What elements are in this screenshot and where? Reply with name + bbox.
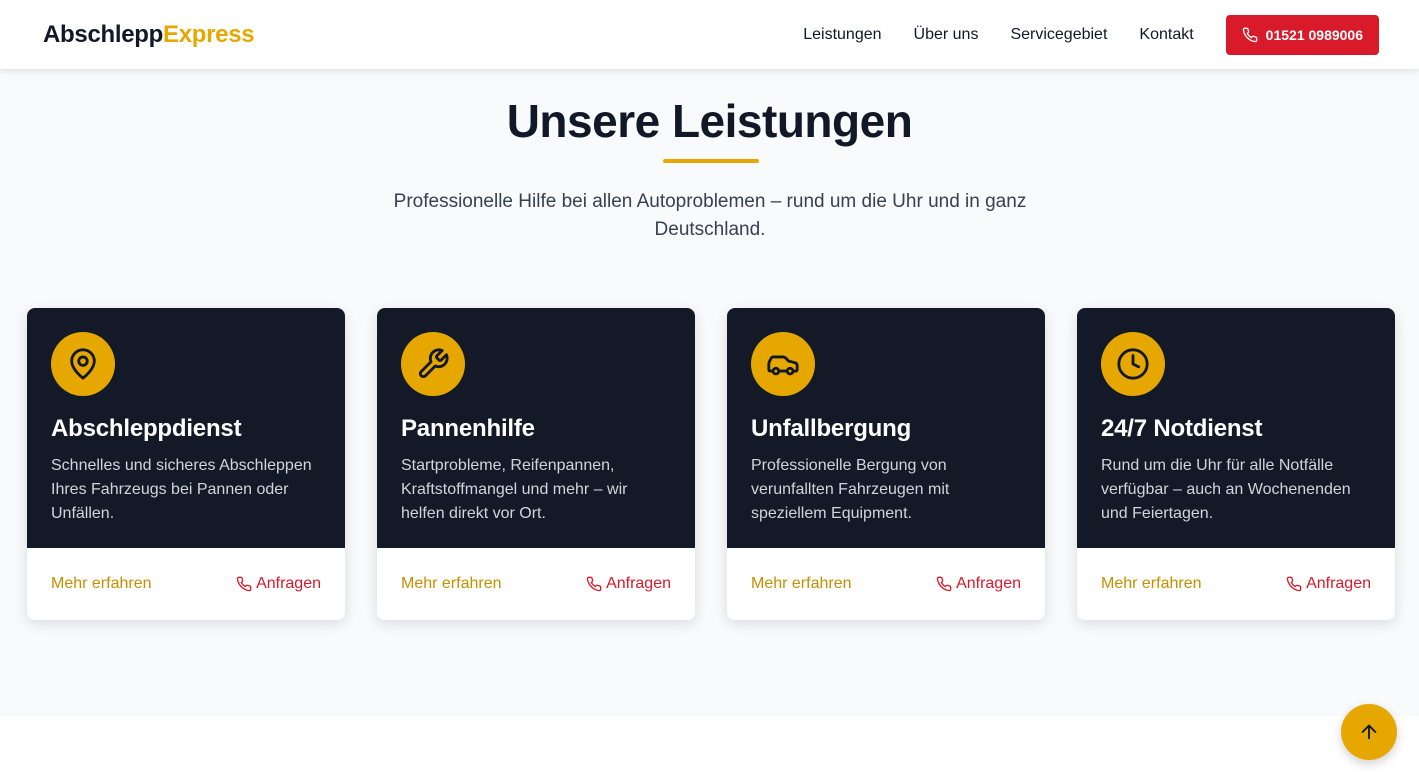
- service-cards: Abschleppdienst Schnelles und sicheres A…: [27, 308, 1395, 620]
- card-description: Rund um die Uhr für alle Notfälle verfüg…: [1101, 457, 1351, 522]
- main-nav: Leistungen Über uns Servicegebiet Kontak…: [803, 14, 1379, 55]
- card-footer: Mehr erfahren Anfragen: [27, 548, 345, 620]
- phone-icon: [586, 576, 602, 592]
- request-link[interactable]: Anfragen: [1286, 575, 1371, 593]
- card-footer: Mehr erfahren Anfragen: [727, 548, 1045, 620]
- more-info-link[interactable]: Mehr erfahren: [51, 575, 152, 593]
- service-card-unfallbergung: Unfallbergung Professionelle Bergung von…: [727, 308, 1045, 620]
- car-icon: [767, 355, 799, 376]
- nav-link-ueber-uns[interactable]: Über uns: [914, 26, 979, 44]
- nav-link-kontakt[interactable]: Kontakt: [1139, 26, 1193, 44]
- phone-icon: [1286, 576, 1302, 592]
- card-description: Schnelles und sicheres Abschleppen Ihres…: [51, 457, 312, 522]
- nav-link-leistungen[interactable]: Leistungen: [803, 26, 881, 44]
- card-header: Abschleppdienst Schnelles und sicheres A…: [27, 308, 345, 548]
- card-description: Professionelle Bergung von verunfallten …: [751, 457, 950, 522]
- service-card-pannenhilfe: Pannenhilfe Startprobleme, Reifenpannen,…: [377, 308, 695, 620]
- logo-main-text: Abschlepp: [43, 20, 163, 48]
- card-title: 24/7 Notdienst: [1101, 415, 1263, 442]
- title-underline: [663, 159, 759, 163]
- phone-icon: [1242, 27, 1258, 42]
- phone-call-button[interactable]: 01521 0989006: [1225, 14, 1379, 55]
- request-link[interactable]: Anfragen: [236, 575, 321, 593]
- section-title: Unsere Leistungen: [506, 95, 913, 147]
- more-info-link[interactable]: Mehr erfahren: [1101, 575, 1202, 593]
- section-subtitle: Professionelle Hilfe bei allen Autoprobl…: [393, 191, 1027, 240]
- card-footer: Mehr erfahren Anfragen: [377, 548, 695, 620]
- card-title: Unfallbergung: [751, 415, 912, 442]
- card-header: Unfallbergung Professionelle Bergung von…: [727, 308, 1045, 548]
- logo[interactable]: AbschleppExpress: [43, 20, 255, 49]
- scroll-to-top-button[interactable]: [1341, 704, 1397, 760]
- service-card-notdienst: 24/7 Notdienst Rund um die Uhr für alle …: [1077, 308, 1395, 620]
- services-section: Unsere Leistungen Professionelle Hilfe b…: [0, 69, 1419, 716]
- card-icon-badge: [751, 332, 815, 396]
- request-link[interactable]: Anfragen: [586, 575, 671, 593]
- arrow-up-icon: [1361, 724, 1377, 740]
- request-link[interactable]: Anfragen: [936, 575, 1021, 593]
- phone-icon: [236, 576, 252, 592]
- card-icon-badge: [51, 332, 115, 396]
- card-description: Startprobleme, Reifenpannen, Kraftstoffm…: [401, 457, 628, 522]
- card-title: Pannenhilfe: [401, 415, 535, 442]
- card-icon-badge: [1101, 332, 1165, 396]
- map-pin-icon: [70, 348, 96, 380]
- clock-icon: [1117, 348, 1149, 380]
- wrench-icon: [418, 348, 449, 379]
- request-label: Anfragen: [1306, 575, 1371, 592]
- card-header: 24/7 Notdienst Rund um die Uhr für alle …: [1077, 308, 1395, 548]
- service-card-abschleppdienst: Abschleppdienst Schnelles und sicheres A…: [27, 308, 345, 620]
- more-info-link[interactable]: Mehr erfahren: [751, 575, 852, 593]
- phone-number-label: 01521 0989006: [1265, 26, 1363, 43]
- site-header: AbschleppExpress Leistungen Über uns Ser…: [0, 0, 1419, 69]
- page: AbschleppExpress Leistungen Über uns Ser…: [0, 0, 1419, 781]
- nav-link-servicegebiet[interactable]: Servicegebiet: [1010, 26, 1107, 44]
- card-footer: Mehr erfahren Anfragen: [1077, 548, 1395, 620]
- request-label: Anfragen: [256, 575, 321, 592]
- more-info-link[interactable]: Mehr erfahren: [401, 575, 502, 593]
- logo-accent-text: Express: [162, 20, 255, 48]
- request-label: Anfragen: [606, 575, 671, 592]
- card-header: Pannenhilfe Startprobleme, Reifenpannen,…: [377, 308, 695, 548]
- card-icon-badge: [401, 332, 465, 396]
- phone-icon: [936, 576, 952, 592]
- card-title: Abschleppdienst: [51, 415, 242, 442]
- request-label: Anfragen: [956, 575, 1021, 592]
